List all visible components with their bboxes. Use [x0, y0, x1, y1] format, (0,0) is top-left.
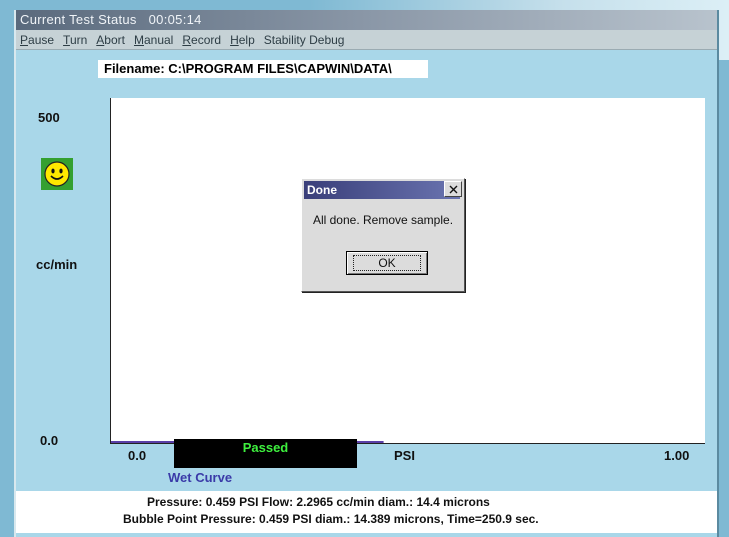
y-axis-min-label: 0.0: [40, 433, 59, 448]
ok-button-label: OK: [353, 255, 421, 271]
status-label: Passed: [242, 440, 289, 455]
menu-bar: Pause Turn Abort Manual Record Help Stab…: [16, 30, 717, 50]
menu-help[interactable]: Help: [230, 30, 255, 49]
menu-stability-debug[interactable]: Stability Debug: [264, 30, 345, 49]
x-axis-min-label: 0.0: [128, 448, 147, 463]
elapsed-timer: 00:05:14: [148, 12, 202, 27]
title-bar: Current Test Status 00:05:14: [16, 10, 717, 30]
x-axis-label: PSI: [394, 448, 415, 463]
close-icon[interactable]: [444, 181, 462, 197]
legend-wet-curve: Wet Curve: [168, 470, 233, 485]
y-axis-max-label: 500: [38, 110, 60, 125]
dialog-message: All done. Remove sample.: [312, 213, 454, 227]
done-dialog: Done All done. Remove sample. OK: [301, 178, 465, 292]
x-axis-max-label: 1.00: [664, 448, 690, 463]
results-line-pressure: Pressure: 0.459 PSI Flow: 2.2965 cc/min …: [147, 495, 490, 509]
menu-pause[interactable]: Pause: [20, 30, 54, 49]
filename-field: Filename: C:\PROGRAM FILES\CAPWIN\DATA\: [98, 60, 428, 78]
smiley-icon: [41, 158, 73, 190]
window-title: Current Test Status: [20, 12, 137, 27]
dialog-title: Done: [304, 181, 460, 199]
menu-turn[interactable]: Turn: [63, 30, 87, 49]
menu-abort[interactable]: Abort: [96, 30, 125, 49]
results-panel: Pressure: 0.459 PSI Flow: 2.2965 cc/min …: [16, 491, 717, 533]
menu-manual[interactable]: Manual: [134, 30, 173, 49]
status-badge: Passed: [174, 439, 357, 468]
y-axis-label: cc/min: [36, 257, 78, 272]
results-line-bubble-point: Bubble Point Pressure: 0.459 PSI diam.: …: [123, 512, 539, 526]
menu-record[interactable]: Record: [182, 30, 221, 49]
ok-button[interactable]: OK: [346, 251, 428, 275]
